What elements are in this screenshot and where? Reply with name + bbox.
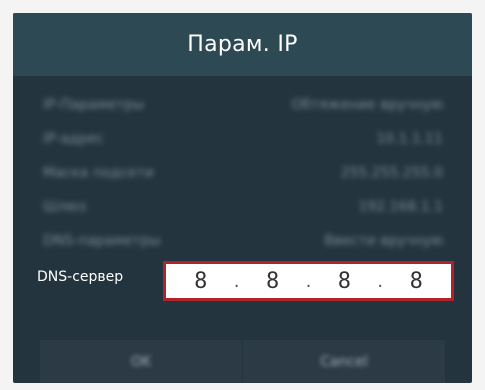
dialog-header: Парам. IP — [13, 13, 472, 76]
row-value: Ввести вручную — [324, 233, 443, 249]
row-label: Шлюз — [43, 199, 87, 215]
dialog-buttons: OK Cancel — [13, 340, 472, 383]
row-label: IP-Параметры — [43, 97, 145, 113]
row-value: Обтяжение вручную — [291, 97, 443, 113]
settings-row-ip-address[interactable]: IP-адрес 10.1.1.11 — [43, 122, 443, 156]
settings-list: IP-Параметры Обтяжение вручную IP-адрес … — [43, 88, 443, 258]
cancel-button-label: Cancel — [320, 353, 368, 370]
settings-row-gateway[interactable]: Шлюз 192.168.1.1 — [43, 190, 443, 224]
settings-row-dns-settings[interactable]: DNS-параметры Ввести вручную — [43, 224, 443, 258]
ok-button[interactable]: OK — [40, 340, 242, 383]
row-value: 255.255.255.0 — [340, 165, 443, 181]
settings-row-subnet-mask[interactable]: Маска подсети 255.255.255.0 — [43, 156, 443, 190]
dns-server-row: DNS-сервер 8 . 8 . 8 . 8 — [13, 255, 472, 305]
dns-server-input[interactable]: 8 . 8 . 8 . 8 — [163, 261, 454, 301]
settings-row-ip-settings[interactable]: IP-Параметры Обтяжение вручную — [43, 88, 443, 122]
octet-separator: . — [377, 270, 384, 292]
dns-octet-4[interactable]: 8 — [395, 269, 437, 294]
dns-server-label: DNS-сервер — [37, 269, 124, 285]
row-value: 10.1.1.11 — [376, 131, 443, 147]
dns-octet-3[interactable]: 8 — [324, 269, 366, 294]
dns-octet-2[interactable]: 8 — [252, 269, 294, 294]
dialog-title: Парам. IP — [187, 32, 298, 57]
row-label: DNS-параметры — [43, 233, 161, 249]
ok-button-label: OK — [130, 353, 152, 370]
row-label: Маска подсети — [43, 165, 154, 181]
ip-settings-dialog: Парам. IP IP-Параметры Обтяжение вручную… — [13, 13, 472, 383]
octet-separator: . — [305, 270, 312, 292]
cancel-button[interactable]: Cancel — [243, 340, 445, 383]
dns-octet-1[interactable]: 8 — [180, 269, 222, 294]
row-label: IP-адрес — [43, 131, 104, 147]
octet-separator: . — [233, 270, 240, 292]
row-value: 192.168.1.1 — [358, 199, 443, 215]
